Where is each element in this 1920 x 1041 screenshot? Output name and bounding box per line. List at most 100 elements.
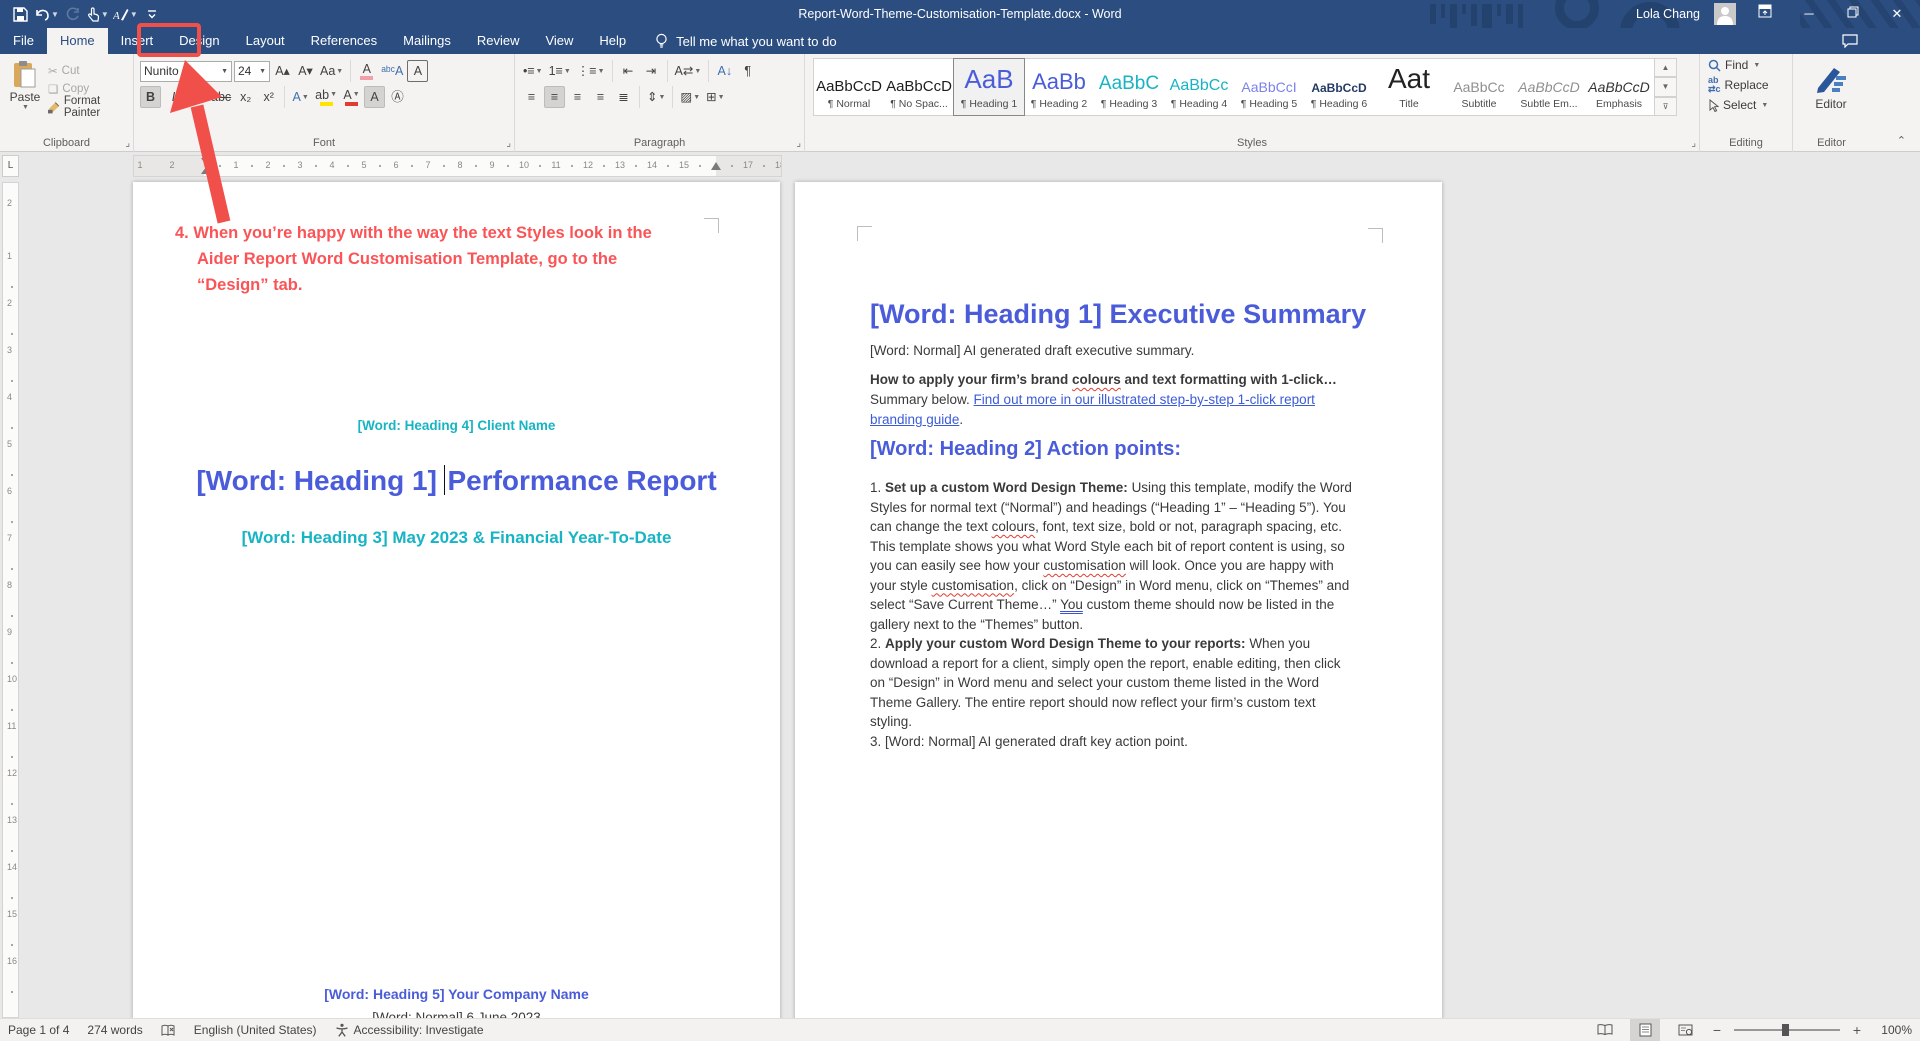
pilcrow-icon[interactable]: ¶ [737,60,758,82]
style-heading-5[interactable]: AaBbCcI¶ Heading 5 [1234,59,1304,115]
style-heading-3[interactable]: AaBbC¶ Heading 3 [1094,59,1164,115]
editor-button[interactable]: Editor [1805,62,1857,111]
align-center-icon[interactable]: ≡ [544,86,565,108]
styles-more-icon[interactable]: ⊽ [1655,97,1677,116]
tell-me-box[interactable]: Tell me what you want to do [655,28,836,54]
redo-icon[interactable] [63,3,83,25]
zoom-level[interactable]: 100% [1874,1023,1912,1037]
replace-button[interactable]: ab⇄c Replace [1708,76,1792,94]
touch-mode-icon[interactable]: ▼ [87,3,109,25]
action-item-2[interactable]: 2. Apply your custom Word Design Theme t… [870,634,1357,732]
web-layout-icon[interactable] [1670,1019,1700,1041]
style-normal[interactable]: AaBbCcD¶ Normal [814,59,884,115]
enclose-circle-icon[interactable]: Ⓐ [387,86,408,108]
change-case-icon[interactable]: Aa▼ [318,60,345,82]
tab-insert[interactable]: Insert [108,28,167,54]
style-heading-4[interactable]: AaBbCc¶ Heading 4 [1164,59,1234,115]
strikethrough-button[interactable]: abc [209,86,233,108]
company-name-heading[interactable]: [Word: Heading 5] Your Company Name [133,986,780,1002]
cut-button[interactable]: ✂Cut [48,62,133,80]
italic-button[interactable]: I [163,86,184,108]
format-painter-button[interactable]: Format Painter [48,98,133,116]
clipboard-dialog-launcher[interactable]: ⌟ [125,138,130,149]
proofing-status-icon[interactable] [161,1024,176,1037]
align-right-icon[interactable]: ≡ [567,86,588,108]
multilevel-list-icon[interactable]: ⋮≡▼ [575,60,607,82]
style-heading-2[interactable]: AaBb¶ Heading 2 [1024,59,1094,115]
underline-button[interactable]: U▼ [186,86,207,108]
font-size-combobox[interactable]: 24▼ [234,61,270,82]
decrease-indent-icon[interactable]: ⇤ [618,60,639,82]
sort-icon[interactable]: A↓ [714,60,735,82]
language-indicator[interactable]: English (United States) [194,1023,317,1037]
styles-scroll-up-icon[interactable]: ▲ [1655,58,1677,77]
tab-view[interactable]: View [532,28,586,54]
superscript-button[interactable]: x² [258,86,279,108]
asian-layout-icon[interactable]: A⇄▼ [673,60,704,82]
bullets-icon[interactable]: •≡▼ [521,60,545,82]
page-2[interactable]: [Word: Heading 1] Executive Summary [Wor… [795,182,1442,1041]
close-button[interactable]: ✕ [1882,0,1912,28]
text-effects-icon[interactable]: A▼ [290,86,311,108]
style-heading-1[interactable]: AaB¶ Heading 1 [954,59,1024,115]
restore-button[interactable] [1838,0,1868,28]
bold-button[interactable]: B [140,86,161,108]
tab-mailings[interactable]: Mailings [390,28,464,54]
tab-file[interactable]: File [0,28,47,54]
tab-design[interactable]: Design [166,28,232,54]
phonetic-guide-icon[interactable]: ᵃᵇᶜA [379,60,405,82]
read-mode-icon[interactable] [1590,1019,1620,1041]
tab-layout[interactable]: Layout [233,28,298,54]
paragraph-dialog-launcher[interactable]: ⌟ [796,138,801,149]
zoom-slider-handle[interactable] [1782,1024,1789,1036]
distribute-icon[interactable]: ≣ [613,86,634,108]
ribbon-display-options-icon[interactable] [1750,0,1780,28]
word-count[interactable]: 274 words [87,1023,142,1037]
period-heading[interactable]: [Word: Heading 3] May 2023 & Financial Y… [133,528,780,548]
accessibility-status[interactable]: Accessibility: Investigate [335,1023,484,1037]
borders-icon[interactable]: ⊞▼ [704,86,726,108]
comment-bubble-icon[interactable] [1842,34,1858,53]
client-name-heading[interactable]: [Word: Heading 4] Client Name [133,418,780,433]
tab-help[interactable]: Help [586,28,639,54]
horizontal-ruler[interactable]: 211234567891011121314151718 [133,155,782,177]
vertical-ruler[interactable]: 2112345678910111213141516 [2,182,19,1018]
style-subtle-emphasis[interactable]: AaBbCcDSubtle Em... [1514,59,1584,115]
undo-icon[interactable]: ▼ [34,3,59,25]
tab-stop-selector[interactable]: L [2,155,19,177]
style-subtitle[interactable]: AaBbCcSubtitle [1444,59,1514,115]
highlight-color-icon[interactable]: ab▼ [313,86,339,108]
print-layout-icon[interactable] [1630,1019,1660,1041]
select-button[interactable]: Select▼ [1708,96,1792,114]
align-left-icon[interactable]: ≡ [521,86,542,108]
increase-font-size-icon[interactable]: A▴ [272,60,293,82]
save-icon[interactable] [10,3,30,25]
style-title[interactable]: AatTitle [1374,59,1444,115]
tab-home[interactable]: Home [47,28,108,54]
numbering-icon[interactable]: 1≡▼ [547,60,573,82]
action-item-1[interactable]: 1. Set up a custom Word Design Theme: Us… [870,478,1357,634]
decrease-font-size-icon[interactable]: A▾ [295,60,316,82]
font-name-combobox[interactable]: Nunito▼ [140,61,232,82]
action-points-heading[interactable]: [Word: Heading 2] Action points: [870,438,1380,461]
zoom-out-button[interactable]: − [1710,1022,1724,1038]
howto-paragraph[interactable]: How to apply your firm’s brand colours a… [870,370,1357,430]
style-no-spacing[interactable]: AaBbCcD¶ No Spac... [884,59,954,115]
avatar[interactable] [1714,3,1736,25]
clear-formatting-icon[interactable]: A [356,60,377,82]
subscript-button[interactable]: x₂ [235,86,256,108]
enclose-characters-icon[interactable]: A [407,60,428,82]
shading-icon[interactable]: ▨▼ [678,86,702,108]
tab-review[interactable]: Review [464,28,533,54]
report-title-heading[interactable]: [Word: Heading 1]Performance Report [133,462,780,500]
page-1[interactable]: 4. When you’re happy with the way the te… [133,182,780,1041]
ink-icon[interactable]: A▼ [113,3,138,25]
style-heading-6[interactable]: AaBbCcD¶ Heading 6 [1304,59,1374,115]
style-emphasis[interactable]: AaBbCcDEmphasis [1584,59,1654,115]
tab-references[interactable]: References [298,28,390,54]
font-dialog-launcher[interactable]: ⌟ [506,138,511,149]
paste-button[interactable]: Paste ▼ [6,60,44,111]
character-shading-icon[interactable]: A [364,86,385,108]
line-spacing-icon[interactable]: ⇕▼ [645,86,667,108]
summary-paragraph[interactable]: [Word: Normal] AI generated draft execut… [870,341,1357,361]
